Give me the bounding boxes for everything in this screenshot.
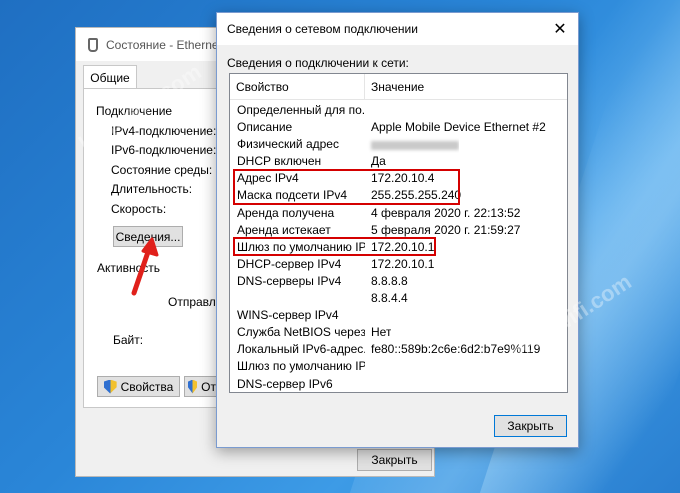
details-list[interactable]: Свойство Значение Определенный для по...…	[229, 73, 568, 393]
row-property: Определенный для по...	[237, 103, 365, 117]
row-property: Адрес IPv4	[237, 171, 299, 186]
uac-shield-icon	[188, 379, 198, 394]
table-row[interactable]: Физический адрес	[230, 136, 567, 153]
disable-button-label: От	[201, 379, 216, 394]
row-property: Аренда истекает	[237, 222, 331, 237]
row-property: Локальный IPv6-адрес...	[237, 342, 365, 357]
row-value: 172.20.10.1	[371, 239, 435, 254]
ipv4-connectivity-label: IPv4-подключение:	[111, 124, 217, 138]
table-row[interactable]: Шлюз по умолчанию IP... 172.20.10.1	[230, 239, 567, 256]
row-property	[230, 290, 365, 307]
table-row[interactable]: Аренда получена 4 февраля 2020 г. 22:13:5…	[230, 205, 567, 222]
table-row[interactable]: WINS-сервер IPv4	[230, 307, 567, 324]
table-row[interactable]: DHCP-сервер IPv4 172.20.10.1	[230, 256, 567, 273]
row-property: Шлюз по умолчанию IP...	[237, 239, 365, 254]
list-header: Свойство Значение	[230, 74, 567, 100]
close-icon[interactable]: ✕	[548, 17, 572, 41]
row-value: 4 февраля 2020 г. 22:13:52	[371, 205, 521, 220]
table-row[interactable]: DNS-серверы IPv4 8.8.8.8	[230, 273, 567, 290]
properties-button[interactable]: Свойства	[97, 376, 180, 397]
connection-section-label: Подключение	[96, 104, 173, 118]
status-close-button[interactable]: Закрыть	[357, 449, 432, 471]
redacted-mac-address	[371, 140, 459, 150]
row-property: DHCP включен	[237, 154, 322, 169]
row-value: 8.8.4.4	[371, 291, 408, 306]
row-value	[365, 358, 371, 375]
row-value: 172.20.10.1	[371, 256, 435, 271]
table-row[interactable]: DHCP включен Да	[230, 153, 567, 170]
row-value	[365, 136, 459, 153]
red-arrow-annotation	[131, 237, 159, 296]
row-property: DNS-сервер IPv6	[237, 376, 333, 391]
bytes-label: Байт:	[113, 333, 144, 347]
network-details-dialog: Сведения о сетевом подключении ✕ Сведени…	[216, 12, 579, 448]
status-window-title: Состояние - Ethernet	[106, 37, 222, 52]
row-value: 172.20.10.4	[371, 171, 435, 186]
row-property: DNS-серверы IPv4	[237, 273, 342, 288]
row-value: Нет	[371, 325, 392, 340]
media-state-label: Состояние среды:	[111, 163, 213, 177]
row-value: Да	[371, 154, 386, 169]
details-dialog-title: Сведения о сетевом подключении	[227, 22, 418, 36]
row-property: Служба NetBIOS черeз...	[237, 325, 365, 340]
details-close-button[interactable]: Закрыть	[494, 415, 567, 437]
row-value	[365, 376, 371, 393]
row-property: Описание	[237, 120, 293, 135]
column-header-value[interactable]: Значение	[365, 74, 424, 99]
details-rows: Определенный для по... Описание Apple Mobi…	[230, 102, 567, 393]
disable-button[interactable]: От	[184, 376, 217, 397]
ipv6-connectivity-label: IPv6-подключение:	[111, 143, 217, 157]
table-row[interactable]: Адрес IPv4 172.20.10.4	[230, 170, 567, 187]
column-header-property[interactable]: Свойство	[230, 74, 365, 99]
table-row[interactable]: Описание Apple Mobile Device Ethernet #2	[230, 119, 567, 136]
table-row[interactable]: Аренда истекает 5 февраля 2020 г. 21:59:2…	[230, 222, 567, 239]
uac-shield-icon	[103, 379, 117, 394]
details-dialog-titlebar[interactable]: Сведения о сетевом подключении	[217, 13, 578, 45]
properties-button-label: Свойства	[120, 379, 174, 394]
table-row[interactable]: DNS-сервер IPv6	[230, 376, 567, 393]
tab-general[interactable]: Общие	[83, 65, 137, 89]
table-row[interactable]: Определенный для по...	[230, 102, 567, 119]
row-property: Аренда получена	[237, 205, 335, 220]
table-row[interactable]: Маска подсети IPv4 255.255.255.240	[230, 187, 567, 204]
table-row[interactable]: 8.8.4.4	[230, 290, 567, 307]
row-property: Шлюз по умолчанию IP...	[237, 359, 365, 374]
details-caption: Сведения о подключении к сети:	[227, 56, 409, 70]
table-row[interactable]: Локальный IPv6-адрес... fe80::589b:2c6e:6…	[230, 341, 567, 358]
row-value	[365, 102, 371, 119]
row-value: 8.8.8.8	[371, 273, 408, 288]
row-value: 255.255.255.240	[371, 188, 462, 203]
sent-label: Отправле	[168, 295, 223, 309]
network-plug-icon	[88, 37, 98, 52]
duration-label: Длительность:	[111, 182, 193, 196]
table-row[interactable]: Шлюз по умолчанию IP...	[230, 358, 567, 375]
row-property: Маска подсети IPv4	[237, 188, 348, 203]
table-row[interactable]: Служба NetBIOS черeз... Нет	[230, 324, 567, 341]
row-value	[365, 307, 371, 324]
speed-label: Скорость:	[111, 202, 167, 216]
row-property: DHCP-сервер IPv4	[237, 256, 342, 271]
row-property: WINS-сервер IPv4	[237, 308, 339, 323]
row-value: 5 февраля 2020 г. 21:59:27	[371, 222, 521, 237]
row-property: Физический адрес	[237, 137, 339, 152]
row-value: fe80::589b:2c6e:6d2:b7e9%119	[371, 342, 541, 357]
row-value: Apple Mobile Device Ethernet #2	[371, 120, 546, 135]
